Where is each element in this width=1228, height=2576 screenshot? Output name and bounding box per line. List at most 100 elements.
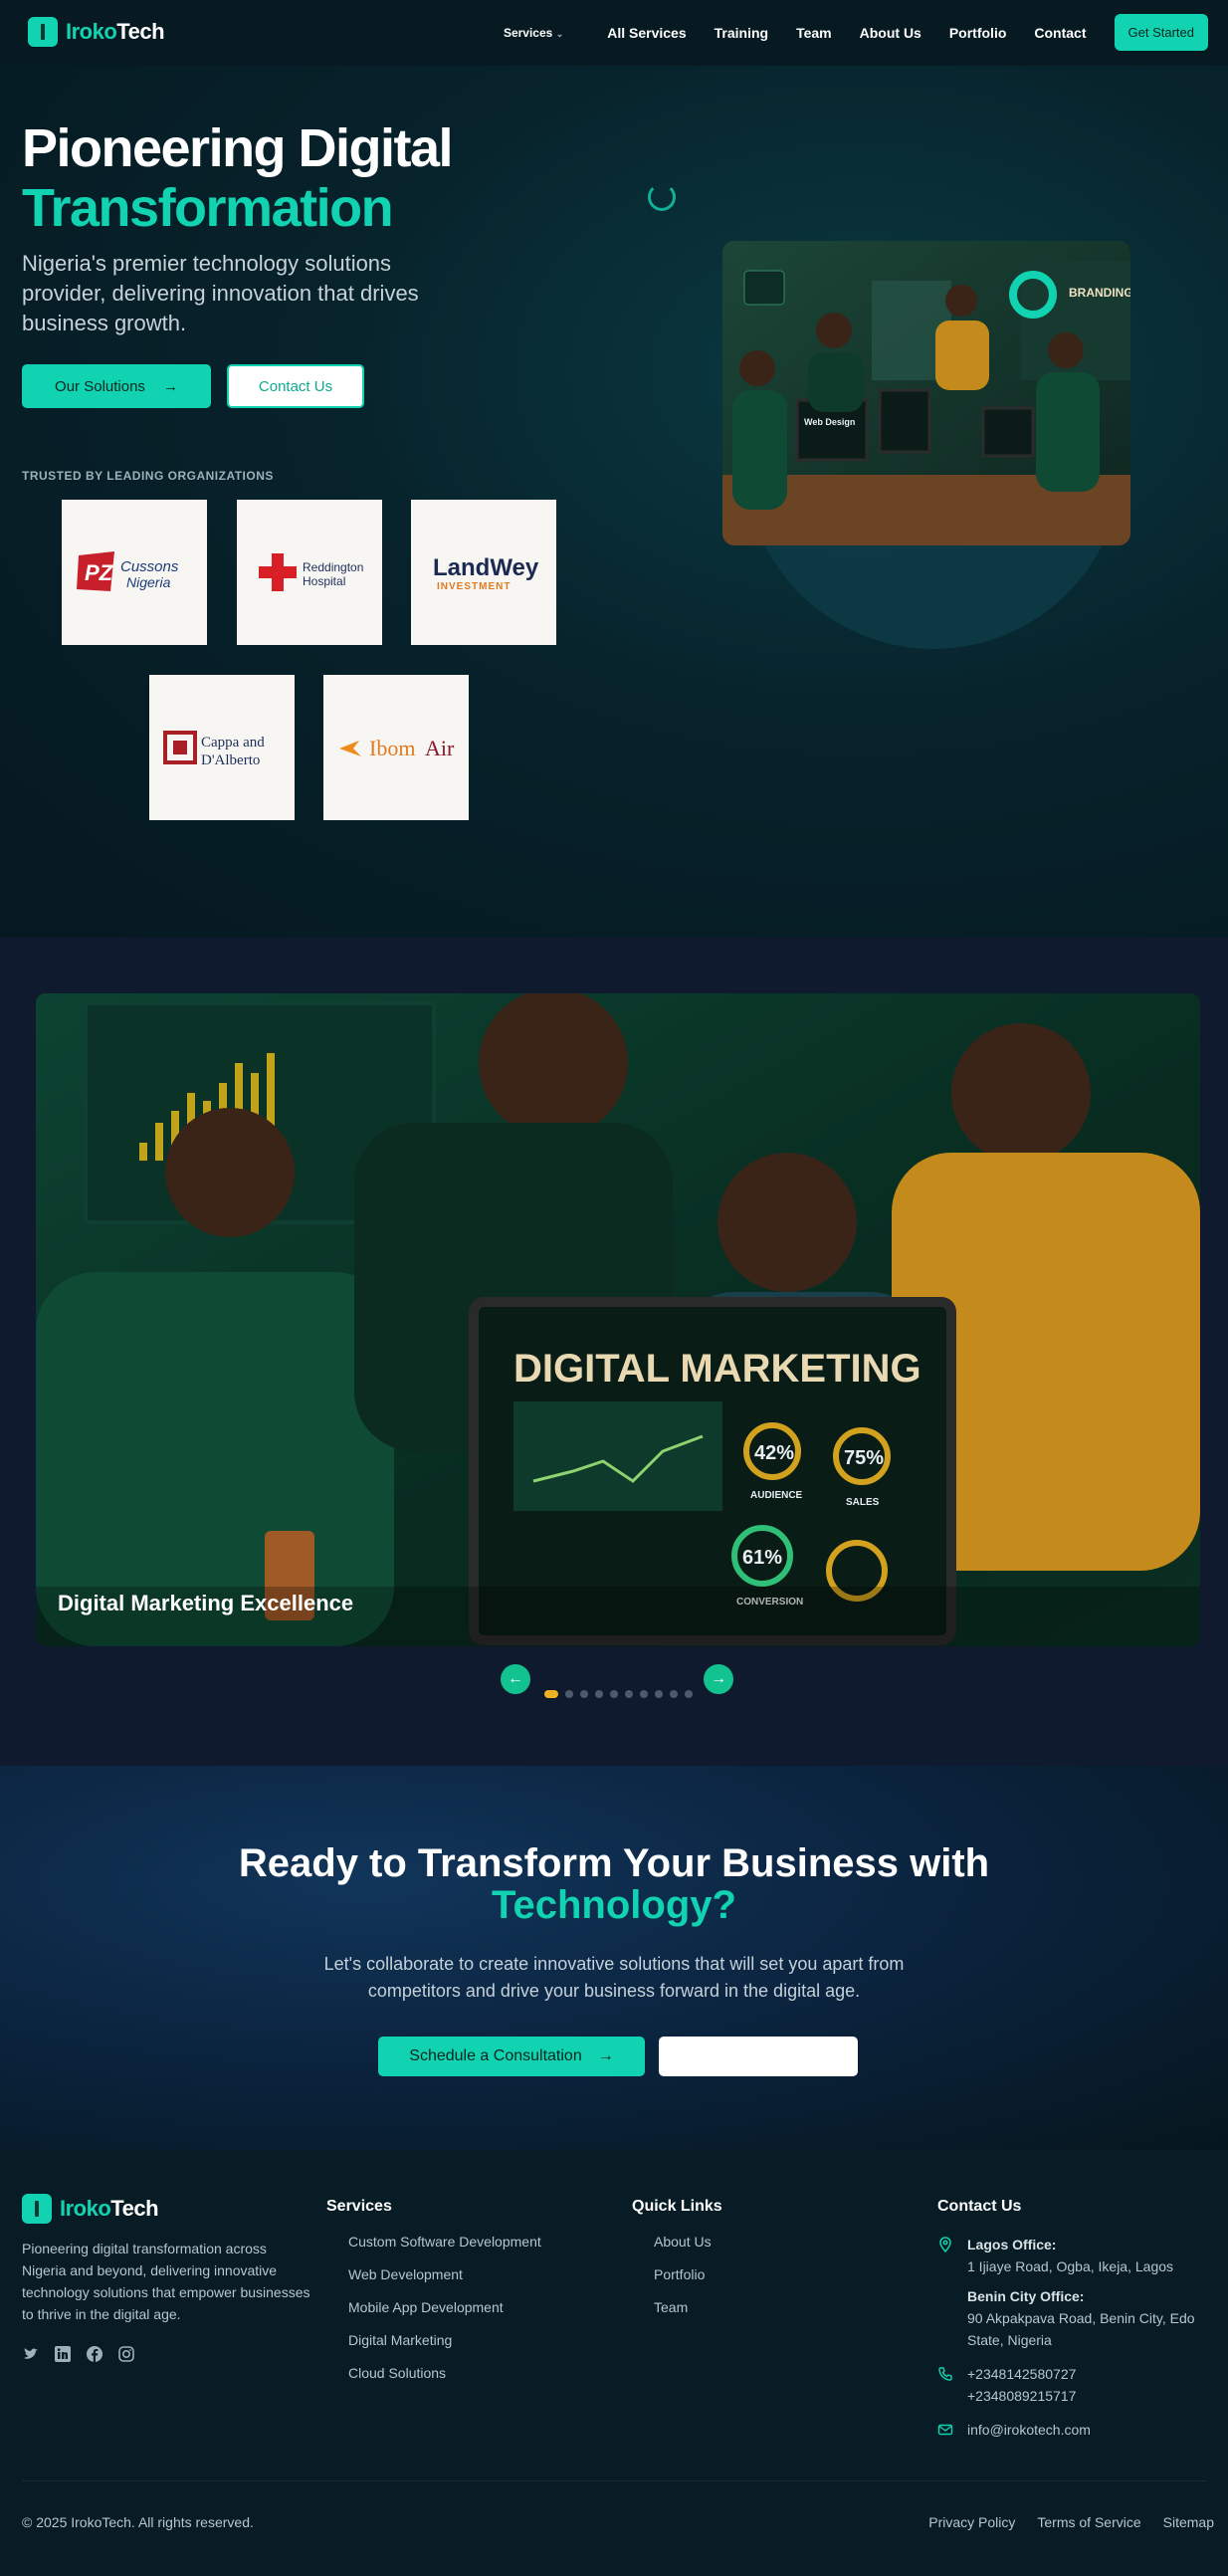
carousel-dot[interactable]	[544, 1690, 558, 1698]
svg-text:Cappa and: Cappa and	[201, 735, 265, 751]
carousel-slide: DIGITAL MARKETING 42% AUDIENCE 75% SALES…	[36, 993, 1200, 1646]
hero-title-line2: Transformation	[22, 178, 394, 238]
cta-title-line1: Ready to Transform Your Business with	[238, 1841, 990, 1885]
partner-logo-reddington: Reddington Hospital	[237, 500, 382, 645]
email-link[interactable]: info@irokotech.com	[967, 2422, 1091, 2438]
phone-1[interactable]: +2348142580727	[967, 2366, 1076, 2382]
footer-link-about-us[interactable]: About Us	[654, 2234, 712, 2266]
carousel-dot[interactable]	[610, 1690, 618, 1698]
svg-text:PZ: PZ	[85, 560, 114, 585]
trusted-label: TRUSTED BY LEADING ORGANIZATIONS	[22, 469, 274, 483]
carousel-dot[interactable]	[625, 1690, 633, 1698]
our-solutions-button[interactable]: Our Solutions →	[22, 364, 211, 408]
carousel-dot[interactable]	[565, 1690, 573, 1698]
footer: IrokoTech Pioneering digital transformat…	[0, 2150, 1228, 2576]
footer-link-portfolio[interactable]: Portfolio	[654, 2266, 712, 2299]
linkedin-icon[interactable]	[54, 2345, 72, 2363]
carousel-dot[interactable]	[580, 1690, 588, 1698]
logo-icon	[28, 17, 58, 47]
carousel-dot[interactable]	[670, 1690, 678, 1698]
map-pin-icon	[939, 2237, 951, 2253]
nav-links: Services ⌄ All Services Training Team Ab…	[504, 14, 1208, 51]
carousel-section: DIGITAL MARKETING 42% AUDIENCE 75% SALES…	[0, 938, 1228, 1766]
nav-portfolio[interactable]: Portfolio	[949, 25, 1007, 41]
contact-phones: +2348142580727 +2348089215717	[937, 2363, 1206, 2407]
carousel-dot[interactable]	[655, 1690, 663, 1698]
copyright: © 2025 IrokoTech. All rights reserved.	[22, 2514, 254, 2530]
svg-text:Nigeria: Nigeria	[126, 574, 171, 590]
benin-office-label: Benin City Office:	[967, 2288, 1085, 2304]
svg-text:INVESTMENT: INVESTMENT	[437, 581, 511, 592]
hero-section: Pioneering Digital Transformation Nigeri…	[0, 66, 1228, 938]
footer-link-mobile-app[interactable]: Mobile App Development	[348, 2299, 541, 2332]
svg-text:42%: 42%	[754, 1442, 794, 1464]
secondary-cta-button[interactable]	[659, 2037, 858, 2076]
schedule-consultation-button[interactable]: Schedule a Consultation →	[378, 2037, 645, 2076]
social-links	[22, 2345, 135, 2363]
carousel-prev-button[interactable]: ←	[501, 1664, 530, 1694]
svg-text:Cussons: Cussons	[120, 558, 179, 575]
phone-2[interactable]: +2348089215717	[967, 2388, 1076, 2404]
svg-text:Reddington: Reddington	[303, 560, 363, 574]
get-started-button[interactable]: Get Started	[1114, 14, 1208, 51]
svg-text:Hospital: Hospital	[303, 574, 345, 588]
twitter-icon[interactable]	[22, 2345, 40, 2363]
ibom-air-logo: Ibom Air	[339, 736, 455, 760]
arrow-right-icon: →	[711, 1670, 726, 1687]
svg-text:BRANDING: BRANDING	[1069, 286, 1130, 300]
footer-link-team[interactable]: Team	[654, 2299, 712, 2332]
brand-logo[interactable]: IrokoTech	[28, 17, 165, 47]
instagram-icon[interactable]	[117, 2345, 135, 2363]
lagos-office-label: Lagos Office:	[967, 2237, 1057, 2253]
contact-email: info@irokotech.com	[937, 2419, 1206, 2441]
footer-link-custom-software[interactable]: Custom Software Development	[348, 2234, 541, 2266]
cta-subtitle: Let's collaborate to create innovative s…	[323, 1954, 905, 2001]
footer-link-digital-marketing[interactable]: Digital Marketing	[348, 2332, 541, 2365]
carousel-dot[interactable]	[640, 1690, 648, 1698]
facebook-icon[interactable]	[86, 2345, 103, 2363]
footer-divider	[22, 2480, 1206, 2481]
carousel-dot[interactable]	[685, 1690, 693, 1698]
svg-text:Air: Air	[425, 736, 455, 760]
footer-link-web-development[interactable]: Web Development	[348, 2266, 541, 2299]
svg-text:D'Alberto: D'Alberto	[201, 752, 260, 768]
pz-cussons-logo: PZ Cussons Nigeria	[77, 551, 179, 591]
footer-quick-links-list: About Us Portfolio Team	[654, 2234, 712, 2332]
arrow-right-icon: →	[162, 377, 178, 395]
svg-text:DIGITAL MARKETING: DIGITAL MARKETING	[513, 1347, 921, 1391]
partner-logo-landwey: LandWey INVESTMENT	[411, 500, 556, 645]
arrow-left-icon: ←	[508, 1670, 523, 1687]
svg-text:Web Design: Web Design	[804, 417, 855, 427]
nav-contact[interactable]: Contact	[1034, 25, 1086, 41]
svg-text:LandWey: LandWey	[433, 554, 539, 581]
logo-icon	[22, 2194, 52, 2224]
partner-logo-cappa: Cappa and D'Alberto	[149, 675, 295, 820]
terms-of-service-link[interactable]: Terms of Service	[1037, 2514, 1140, 2530]
nav-team[interactable]: Team	[796, 25, 832, 41]
svg-text:61%: 61%	[742, 1547, 782, 1569]
footer-logo[interactable]: IrokoTech	[22, 2194, 159, 2224]
nav-all-services[interactable]: All Services	[607, 25, 686, 41]
privacy-policy-link[interactable]: Privacy Policy	[928, 2514, 1015, 2530]
brand-name: IrokoTech	[66, 19, 165, 44]
nav-about-us[interactable]: About Us	[860, 25, 921, 41]
digital-marketing-team-illustration: DIGITAL MARKETING 42% AUDIENCE 75% SALES…	[36, 993, 1200, 1646]
footer-services-list: Custom Software Development Web Developm…	[348, 2234, 541, 2398]
footer-services-title: Services	[326, 2198, 392, 2215]
svg-text:75%: 75%	[844, 1447, 884, 1469]
carousel-next-button[interactable]: →	[704, 1664, 733, 1694]
loading-spinner-icon	[648, 183, 676, 211]
svg-text:SALES: SALES	[846, 1497, 880, 1508]
partner-logo-ibom-air: Ibom Air	[323, 675, 469, 820]
benin-office-address: 90 Akpakpava Road, Benin City, Edo State…	[967, 2310, 1195, 2348]
footer-link-cloud-solutions[interactable]: Cloud Solutions	[348, 2365, 541, 2398]
carousel-dot[interactable]	[595, 1690, 603, 1698]
sitemap-link[interactable]: Sitemap	[1163, 2514, 1214, 2530]
nav-services-dropdown[interactable]: Services ⌄	[504, 26, 563, 40]
mail-icon	[937, 2424, 953, 2436]
carousel-caption: Digital Marketing Excellence	[58, 1591, 354, 1615]
footer-brand-name: IrokoTech	[60, 2196, 159, 2221]
reddington-logo: Reddington Hospital	[259, 553, 363, 591]
contact-us-button[interactable]: Contact Us	[227, 364, 364, 408]
nav-training[interactable]: Training	[715, 25, 768, 41]
